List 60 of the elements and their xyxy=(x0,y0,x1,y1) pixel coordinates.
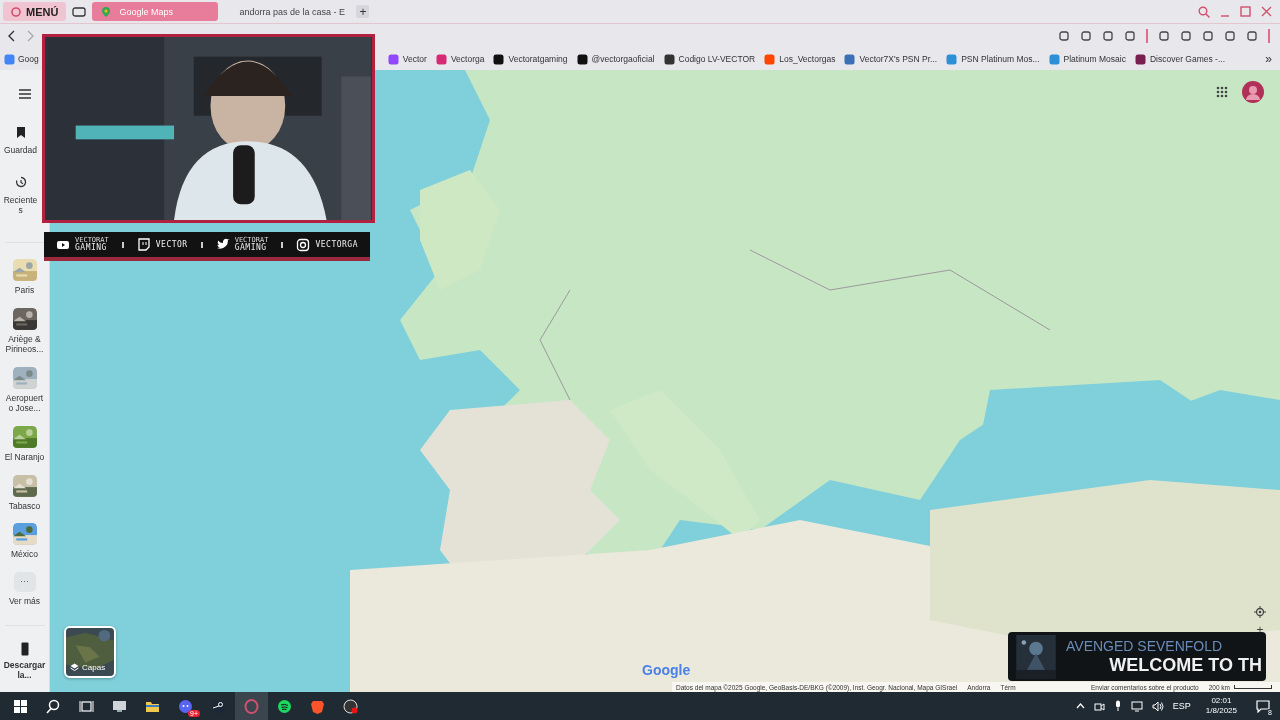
site-icon xyxy=(4,53,15,65)
bookmark-link[interactable]: Vectoratgaming xyxy=(493,53,568,65)
bookmark-link[interactable]: Los_Vectorgas xyxy=(764,53,836,65)
menu-button[interactable]: MENÚ xyxy=(3,2,67,21)
bookmark-link[interactable]: Vector xyxy=(387,53,427,65)
clock-date[interactable]: 1/8/2025 xyxy=(1205,706,1237,716)
bookmark-link[interactable]: @vectorgaoficial xyxy=(576,53,655,65)
sidebar-item[interactable]: Descargar la... xyxy=(0,641,49,681)
back-icon[interactable] xyxy=(8,30,16,42)
search-icon[interactable] xyxy=(1198,5,1210,18)
windows-icon xyxy=(13,698,28,714)
more-bookmarks-button[interactable]: » xyxy=(1265,52,1272,66)
bookmark-link[interactable]: Codigo LV-VECTOR xyxy=(663,53,756,65)
sidebar-item[interactable]: Guardad xyxy=(2,126,39,156)
camera-icon[interactable] xyxy=(1093,700,1105,712)
sidebar-item[interactable]: Recientes xyxy=(2,175,39,216)
language-indicator[interactable]: ESP xyxy=(1172,701,1191,711)
bookmark-link[interactable]: PSN Platinum Mos... xyxy=(946,53,1040,65)
sidebar-item[interactable]: Aeropuerto Jose... xyxy=(4,366,45,414)
ring-icon xyxy=(11,6,21,17)
bookmark-link[interactable]: Platinum Mosaic xyxy=(1048,53,1126,65)
new-tab-button[interactable]: + xyxy=(356,5,370,18)
site-icon xyxy=(493,53,505,65)
phone-icon xyxy=(20,641,29,656)
close-icon[interactable] xyxy=(1261,6,1272,17)
bookmark-link[interactable]: Discover Games -... xyxy=(1134,53,1226,65)
site-icon xyxy=(946,53,958,65)
sidebar-item[interactable]: México xyxy=(4,523,45,560)
microphone-icon[interactable] xyxy=(1113,700,1122,712)
site-icon xyxy=(1048,53,1060,65)
clock-time[interactable]: 02:01 xyxy=(1211,696,1232,706)
sidebar-item[interactable]: ··· Ver más xyxy=(4,571,45,607)
record-icon xyxy=(343,698,358,714)
volume-icon[interactable] xyxy=(1151,700,1164,712)
sidebar-item[interactable]: El Naranjo xyxy=(4,426,45,463)
site-icon xyxy=(663,53,675,65)
task-view-icon xyxy=(79,698,94,714)
maps-icon xyxy=(100,5,113,18)
network-icon[interactable] xyxy=(1130,700,1143,712)
maximize-icon[interactable] xyxy=(1240,6,1251,17)
monitor-icon xyxy=(112,698,127,714)
bookmark-icon xyxy=(14,126,27,139)
chevron-up-icon[interactable] xyxy=(1075,703,1085,709)
site-icon xyxy=(844,53,856,65)
search-icon xyxy=(46,698,61,714)
site-icon xyxy=(764,53,776,65)
site-icon xyxy=(576,53,588,65)
bookmark-link[interactable]: Goog xyxy=(4,53,39,65)
sidebar-item[interactable]: Tabasco xyxy=(4,474,45,512)
browser-tab[interactable]: andorra pas de la casa - E xyxy=(224,2,351,21)
site-icon xyxy=(1134,53,1146,65)
workspaces-icon[interactable] xyxy=(72,6,87,17)
sidebar-item[interactable]: Paris xyxy=(4,258,45,296)
site-icon xyxy=(435,53,447,65)
bookmark-link[interactable]: Vector7X's PSN Pr... xyxy=(844,53,938,65)
site-icon xyxy=(387,53,399,65)
sidebar-item[interactable]: Ariège & Pirineos... xyxy=(4,307,45,355)
message-icon xyxy=(1256,699,1270,713)
bookmark-link[interactable]: Vectorga xyxy=(435,53,485,65)
history-icon xyxy=(14,175,27,189)
